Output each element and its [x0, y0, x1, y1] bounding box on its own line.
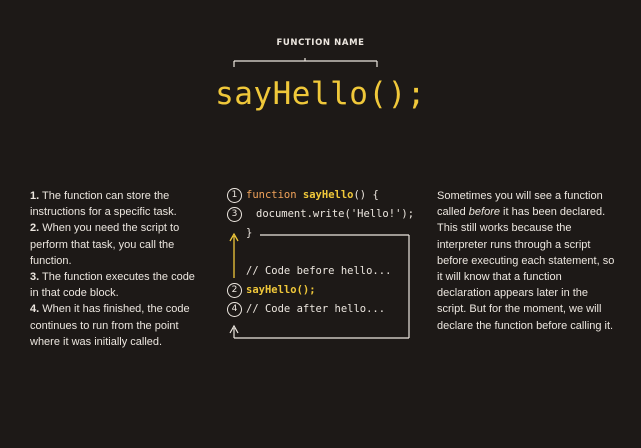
function-name-bracket: [233, 58, 378, 67]
code-line-declaration: function sayHello() {: [246, 189, 379, 201]
function-call-heading: sayHello();: [215, 76, 426, 112]
step-marker-1: 1: [227, 188, 242, 203]
code-line-closing-brace: }: [246, 227, 253, 239]
code-line-before-comment: // Code before hello...: [246, 265, 392, 277]
code-flow-diagram: 1 function sayHello() { 3 document.write…: [220, 180, 425, 350]
step-item: 2. When you need the script to perform t…: [30, 222, 180, 267]
code-line-call: sayHello();: [246, 284, 316, 296]
step-marker-4: 4: [227, 302, 242, 317]
steps-list: 1. The function can store the instructio…: [30, 188, 205, 350]
step-item: 4. When it has finished, the code contin…: [30, 303, 190, 348]
step-item: 1. The function can store the instructio…: [30, 190, 177, 219]
step-item: 3. The function executes the code in tha…: [30, 271, 195, 300]
code-line-body: document.write('Hello!');: [256, 208, 415, 220]
step-marker-3: 3: [227, 207, 242, 222]
side-note: Sometimes you will see a function called…: [437, 190, 615, 332]
step-marker-2: 2: [227, 283, 242, 298]
emphasis-before: before: [468, 206, 500, 219]
function-name-label: FUNCTION NAME: [276, 38, 365, 48]
code-line-after-comment: // Code after hello...: [246, 303, 386, 315]
